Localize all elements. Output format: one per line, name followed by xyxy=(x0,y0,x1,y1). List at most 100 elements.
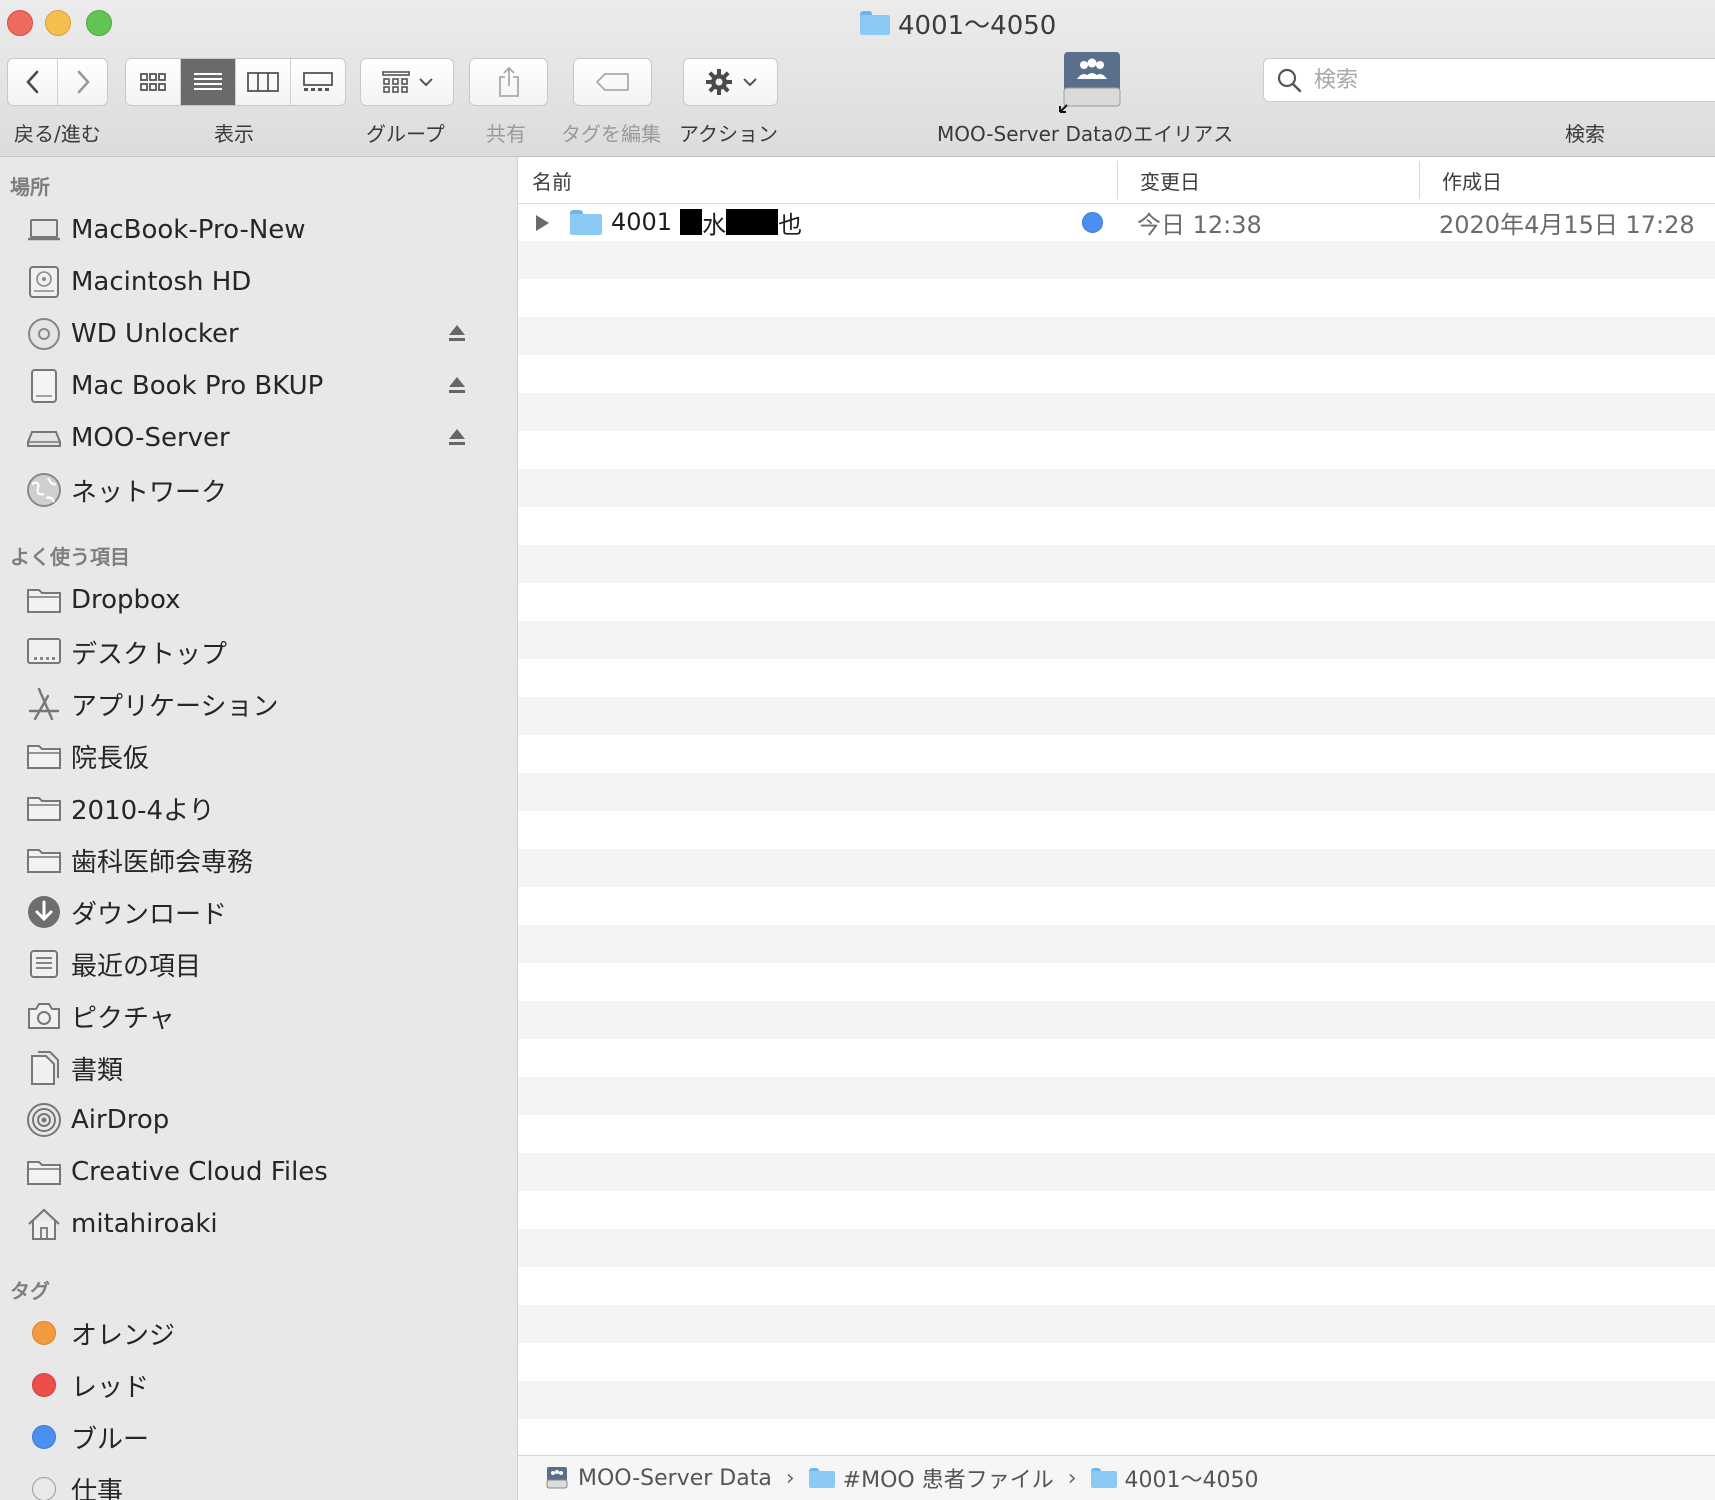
server-icon xyxy=(24,418,64,458)
sidebar-item-pictures[interactable]: ピクチャ xyxy=(24,993,504,1039)
sidebar-item-airdrop[interactable]: AirDrop xyxy=(24,1097,504,1143)
sidebar-item-downloads[interactable]: ダウンロード xyxy=(24,889,504,935)
column-divider[interactable] xyxy=(1117,161,1118,199)
sidebar-item-label: Dropbox xyxy=(71,585,181,615)
sidebar-tag-blue[interactable]: ブルー xyxy=(24,1414,504,1460)
sidebar-item-macbook[interactable]: MacBook-Pro-New xyxy=(24,207,504,253)
server-drive-icon xyxy=(546,1467,568,1489)
applications-icon xyxy=(24,684,64,724)
sidebar-item-applications[interactable]: アプリケーション xyxy=(24,681,504,727)
list-view-button[interactable] xyxy=(181,59,236,105)
sidebar-item-label: 歯科医師会専務 xyxy=(71,847,254,878)
column-divider[interactable] xyxy=(1419,161,1420,199)
sidebar-item-dropbox[interactable]: Dropbox xyxy=(24,577,504,623)
file-tag xyxy=(1082,203,1103,241)
edit-tags-button-content xyxy=(574,59,651,105)
back-button[interactable] xyxy=(8,59,58,105)
chevron-left-icon xyxy=(25,70,38,94)
sidebar-item-label: デスクトップ xyxy=(71,639,228,670)
minimize-window-button[interactable] xyxy=(45,10,71,36)
sidebar-item-home[interactable]: mitahiroaki xyxy=(24,1201,504,1247)
path-bar: MOO-Server Data › #MOO 患者ファイル › 4001〜405… xyxy=(518,1455,1715,1500)
redaction-block xyxy=(680,209,703,235)
camera-icon xyxy=(24,996,64,1036)
folder-icon xyxy=(570,209,602,235)
folder-icon xyxy=(24,736,64,776)
server-alias-button[interactable] xyxy=(1058,48,1128,114)
search-field[interactable] xyxy=(1263,58,1715,102)
share-button[interactable] xyxy=(469,58,548,106)
forward-button[interactable] xyxy=(58,59,107,105)
column-name[interactable]: 名前 xyxy=(532,157,572,203)
table-row[interactable]: 4001 水 也 今日 12:38 2020年4月15日 17:28 xyxy=(518,203,1715,241)
external-drive-icon xyxy=(24,366,64,406)
sidebar-item-network[interactable]: ネットワーク xyxy=(24,467,504,513)
recents-icon xyxy=(24,944,64,984)
path-item[interactable]: #MOO 患者ファイル xyxy=(808,1462,1054,1494)
search-input[interactable] xyxy=(1312,66,1696,94)
path-separator: › xyxy=(785,1465,795,1491)
path-item-label: 4001〜4050 xyxy=(1124,1468,1259,1493)
view-label: 表示 xyxy=(214,122,254,146)
sidebar-tag-work[interactable]: 仕事 xyxy=(24,1466,504,1500)
sidebar-item-label: ピクチャ xyxy=(71,1003,175,1034)
row-stripe xyxy=(518,317,1715,355)
path-item[interactable]: MOO-Server Data xyxy=(544,1465,772,1491)
sidebar-item-desktop[interactable]: デスクトップ xyxy=(24,629,504,675)
alias-label: MOO-Server Dataのエイリアス xyxy=(937,122,1234,146)
sidebar-item-label: WD Unlocker xyxy=(71,319,239,349)
close-window-button[interactable] xyxy=(7,10,33,36)
list-icon xyxy=(194,73,222,90)
sidebar-tag-red[interactable]: レッド xyxy=(24,1362,504,1408)
action-menu-button[interactable] xyxy=(683,58,778,106)
eject-icon[interactable] xyxy=(446,374,468,396)
column-modified[interactable]: 変更日 xyxy=(1140,157,1200,203)
sidebar-item-label: Macintosh HD xyxy=(71,267,252,297)
group-button[interactable] xyxy=(360,58,454,106)
folder-icon xyxy=(808,1467,835,1489)
path-separator: › xyxy=(1067,1465,1077,1491)
file-name-prefix: 4001 xyxy=(611,208,673,236)
row-folder-icon-cell xyxy=(570,203,602,241)
share-label: 共有 xyxy=(486,122,526,146)
column-created[interactable]: 作成日 xyxy=(1442,157,1502,203)
row-stripe xyxy=(518,469,1715,507)
sidebar-item-macintosh-hd[interactable]: Macintosh HD xyxy=(24,259,504,305)
eject-icon[interactable] xyxy=(446,322,468,344)
zoom-window-button[interactable] xyxy=(86,10,112,36)
action-label: アクション xyxy=(679,122,778,146)
file-name: 4001 水 也 xyxy=(611,203,802,241)
sidebar-item-2010-4[interactable]: 2010-4より xyxy=(24,785,504,831)
sidebar-item-creative-cloud[interactable]: Creative Cloud Files xyxy=(24,1149,504,1195)
desktop-icon xyxy=(24,632,64,672)
eject-icon[interactable] xyxy=(446,426,468,448)
folder-icon xyxy=(24,788,64,828)
sidebar-item-incho-kari[interactable]: 院長仮 xyxy=(24,733,504,779)
edit-tags-button[interactable] xyxy=(573,58,652,106)
row-stripe xyxy=(518,1229,1715,1267)
sidebar-item-label: AirDrop xyxy=(71,1105,170,1135)
row-stripe xyxy=(518,849,1715,887)
column-view-button[interactable] xyxy=(236,59,291,105)
disclosure-triangle-icon[interactable] xyxy=(536,215,549,231)
gallery-view-button[interactable] xyxy=(291,59,345,105)
chevron-down-icon xyxy=(419,78,433,87)
sidebar-item-documents[interactable]: 書類 xyxy=(24,1045,504,1091)
sidebar-item-moo-server[interactable]: MOO-Server xyxy=(24,415,504,461)
sidebar-item-dental-association[interactable]: 歯科医師会専務 xyxy=(24,837,504,883)
chevron-down-icon xyxy=(742,78,757,87)
view-mode-control xyxy=(125,58,346,106)
sidebar-item-wd-unlocker[interactable]: WD Unlocker xyxy=(24,311,504,357)
sidebar-tag-orange[interactable]: オレンジ xyxy=(24,1310,504,1356)
tag-icon xyxy=(595,73,629,91)
file-list: 名前 変更日 作成日 4001 水 也 今日 12:38 2020年4月15日 … xyxy=(518,157,1715,1500)
path-item[interactable]: 4001〜4050 xyxy=(1090,1462,1259,1494)
sidebar-item-recents[interactable]: 最近の項目 xyxy=(24,941,504,987)
sidebar-item-mac-book-pro-bkup[interactable]: Mac Book Pro BKUP xyxy=(24,363,504,409)
icon-view-button[interactable] xyxy=(126,59,181,105)
sidebar-item-label: MOO-Server xyxy=(71,423,230,453)
folder-icon xyxy=(860,11,890,35)
locations-header: 場所 xyxy=(10,175,50,199)
file-created: 2020年4月15日 17:28 xyxy=(1439,210,1695,239)
row-stripe xyxy=(518,1305,1715,1343)
